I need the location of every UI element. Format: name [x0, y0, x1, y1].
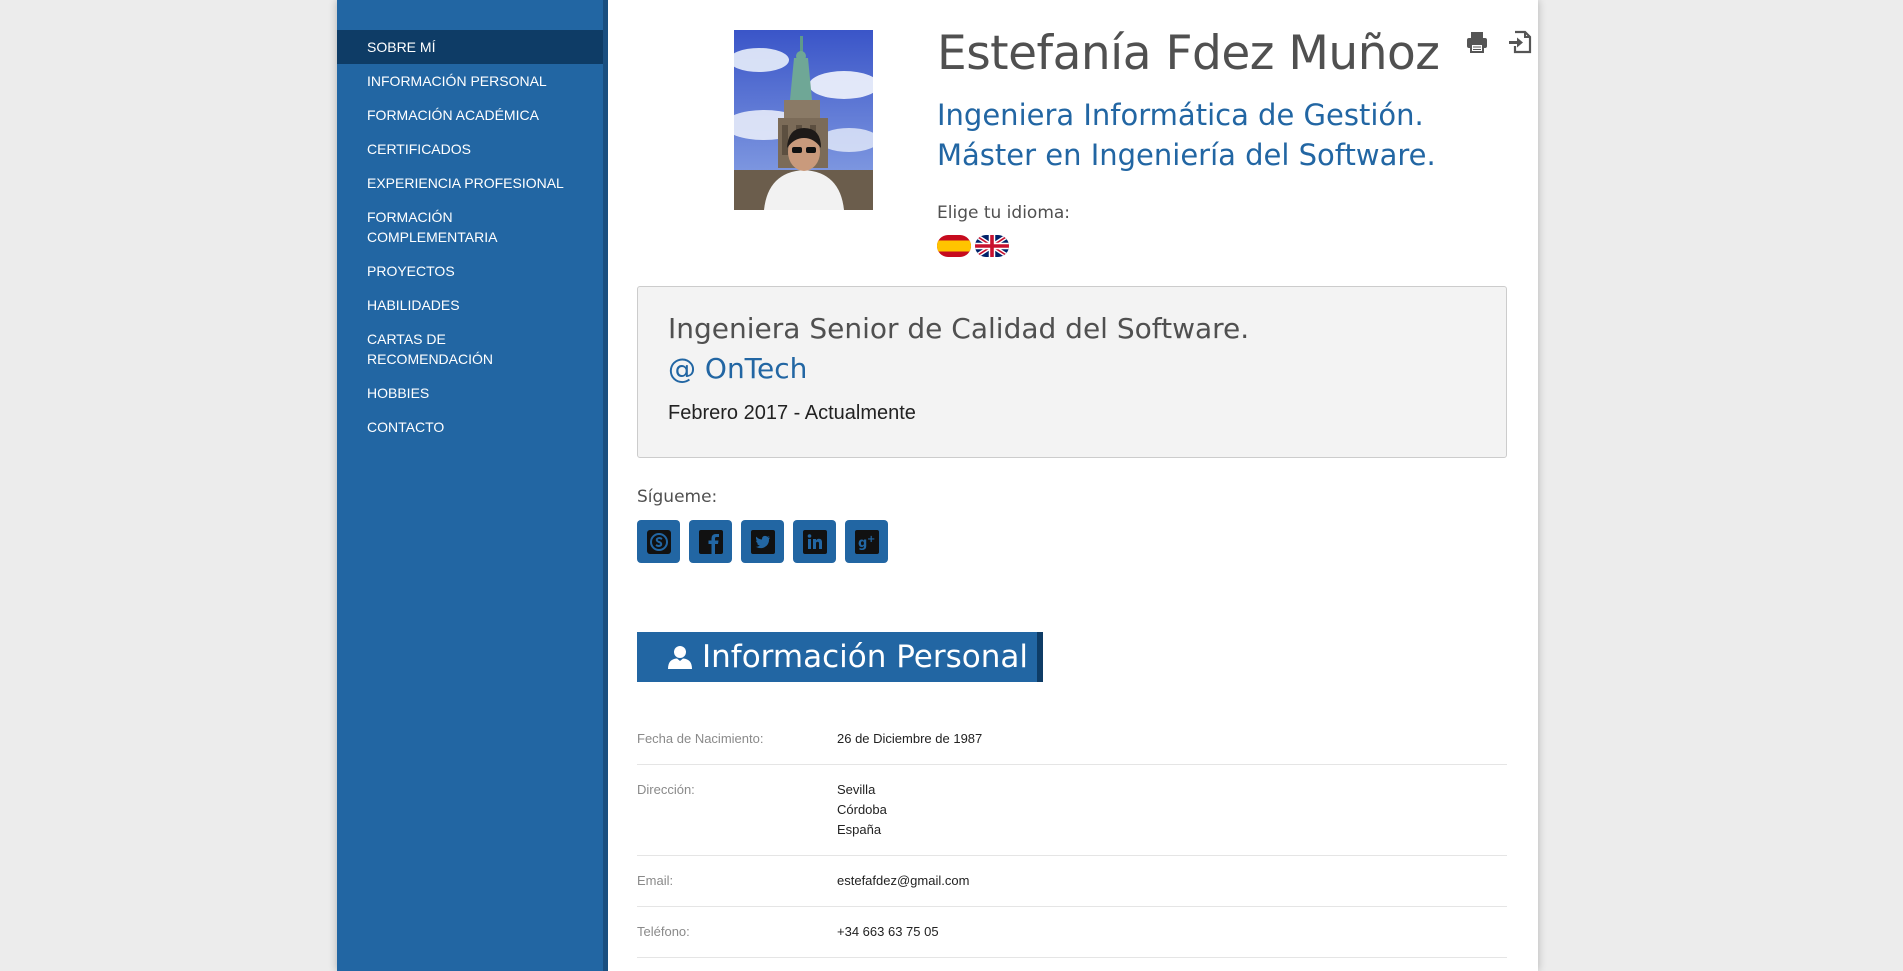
- export-icon[interactable]: [1508, 30, 1532, 54]
- sidebar-item-experiencia-profesional[interactable]: EXPERIENCIA PROFESIONAL: [337, 166, 603, 200]
- sidebar-item-proyectos[interactable]: PROYECTOS: [337, 254, 603, 288]
- sidebar-item-formacion-complementaria[interactable]: FORMACIÓN COMPLEMENTARIA: [337, 200, 603, 254]
- address-value: Sevilla Córdoba España: [837, 780, 887, 840]
- google-plus-button[interactable]: g +: [845, 520, 888, 563]
- sidebar-nav: SOBRE MÍ INFORMACIÓN PERSONAL FORMACIÓN …: [337, 30, 603, 444]
- skype-button[interactable]: [637, 520, 680, 563]
- birth-label: Fecha de Nacimiento:: [637, 731, 764, 746]
- email-value[interactable]: estefafdez@gmail.com: [837, 871, 969, 891]
- table-row: Dirección: Sevilla Córdoba España: [637, 765, 1507, 856]
- page-container: SOBRE MÍ INFORMACIÓN PERSONAL FORMACIÓN …: [337, 0, 1538, 971]
- sidebar-item-informacion-personal[interactable]: INFORMACIÓN PERSONAL: [337, 64, 603, 98]
- language-selector: [937, 235, 1009, 257]
- page-title: Estefanía Fdez Muñoz: [937, 26, 1440, 81]
- current-job-card: Ingeniera Senior de Calidad del Software…: [637, 286, 1507, 458]
- main-content: Estefanía Fdez Muñoz Ingeniera Informáti…: [637, 0, 1532, 971]
- linkedin-icon: [802, 529, 827, 554]
- subtitle-line-2: Máster en Ingeniería del Software.: [937, 138, 1436, 172]
- profile-subtitle: Ingeniera Informática de Gestión. Máster…: [937, 95, 1436, 175]
- sidebar-item-contacto[interactable]: CONTACTO: [337, 410, 603, 444]
- sidebar: SOBRE MÍ INFORMACIÓN PERSONAL FORMACIÓN …: [337, 0, 608, 971]
- job-title: Ingeniera Senior de Calidad del Software…: [668, 312, 1250, 345]
- facebook-button[interactable]: [689, 520, 732, 563]
- sidebar-item-hobbies[interactable]: HOBBIES: [337, 376, 603, 410]
- uk-flag-icon[interactable]: [975, 235, 1009, 257]
- svg-text:g: g: [858, 536, 867, 551]
- address-line-3: España: [837, 822, 882, 837]
- sidebar-item-habilidades[interactable]: HABILIDADES: [337, 288, 603, 322]
- table-row: Email: estefafdez@gmail.com: [637, 856, 1507, 907]
- language-label: Elige tu idioma:: [937, 203, 1071, 223]
- address-label: Dirección:: [637, 782, 695, 797]
- table-row: Teléfono: +34 663 63 75 05: [637, 907, 1507, 958]
- phone-value: +34 663 63 75 05: [837, 924, 939, 939]
- social-links: g +: [637, 520, 888, 563]
- sidebar-item-sobre-mi[interactable]: SOBRE MÍ: [337, 30, 603, 64]
- svg-text:+: +: [867, 534, 875, 545]
- table-row: Fecha de Nacimiento: 26 de Diciembre de …: [637, 714, 1507, 765]
- linkedin-button[interactable]: [793, 520, 836, 563]
- address-line-1: Sevilla: [837, 782, 876, 797]
- print-icon[interactable]: [1465, 30, 1489, 54]
- address-line-2: Córdoba: [837, 802, 887, 817]
- spain-flag-icon[interactable]: [937, 235, 971, 257]
- personal-info-title: Información Personal: [702, 639, 1028, 675]
- google-plus-icon: g +: [854, 529, 879, 554]
- birth-value: 26 de Diciembre de 1987: [837, 731, 983, 746]
- phone-label: Teléfono:: [637, 924, 690, 939]
- twitter-button[interactable]: [741, 520, 784, 563]
- follow-label: Sígueme:: [637, 487, 718, 507]
- sidebar-item-formacion-academica[interactable]: FORMACIÓN ACADÉMICA: [337, 98, 603, 132]
- sidebar-item-certificados[interactable]: CERTIFICADOS: [337, 132, 603, 166]
- user-icon: [668, 646, 692, 669]
- job-company: @ OnTech: [668, 352, 808, 385]
- job-dates: Febrero 2017 - Actualmente: [668, 402, 916, 424]
- twitter-icon: [750, 529, 775, 554]
- sidebar-item-cartas-recomendacion[interactable]: CARTAS DE RECOMENDACIÓN: [337, 322, 603, 376]
- skype-icon: [646, 529, 671, 554]
- profile-photo: [734, 30, 873, 210]
- facebook-icon: [698, 529, 723, 554]
- email-label: Email:: [637, 873, 674, 888]
- personal-info-table: Fecha de Nacimiento: 26 de Diciembre de …: [637, 714, 1507, 958]
- subtitle-line-1: Ingeniera Informática de Gestión.: [937, 98, 1424, 132]
- personal-info-header: Información Personal: [637, 632, 1043, 682]
